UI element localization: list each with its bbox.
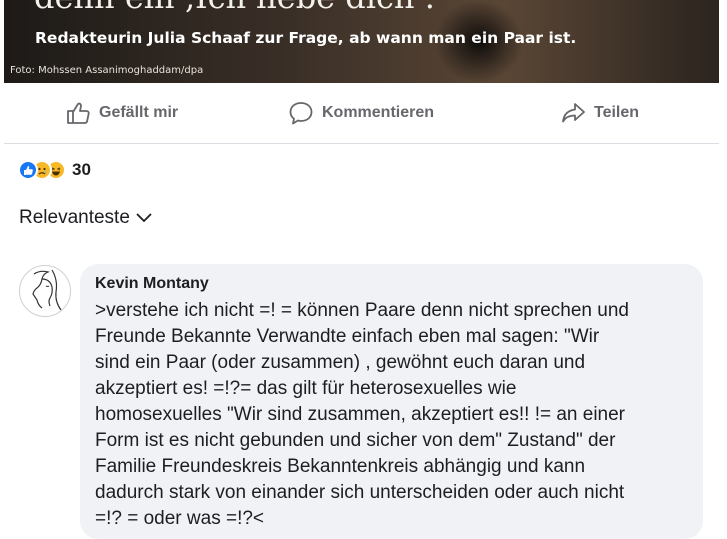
- post-action-bar: Gefällt mir Kommentieren Teilen: [4, 83, 719, 144]
- image-quote-text: denn ein ‚Ich liebe dich‘.: [34, 0, 435, 16]
- image-caption: Redakteurin Julia Schaaf zur Frage, ab w…: [35, 29, 577, 47]
- comment-sort-dropdown[interactable]: Relevanteste: [19, 207, 153, 229]
- share-label: Teilen: [594, 104, 640, 121]
- like-button[interactable]: Gefällt mir: [65, 100, 178, 126]
- like-label: Gefällt mir: [99, 104, 179, 121]
- like-icon: [18, 160, 38, 180]
- thumbs-up-icon: [67, 102, 90, 124]
- reaction-count: 30: [72, 160, 91, 179]
- comment-line: =!? = oder was =!?<: [95, 508, 265, 529]
- share-button[interactable]: Teilen: [560, 100, 639, 126]
- comment-text: >verstehe ich nicht =! = können Paare de…: [95, 298, 695, 532]
- comment-line: >verstehe ich nicht =! = können Paare de…: [95, 300, 629, 321]
- comment-button[interactable]: Kommentieren: [288, 100, 434, 126]
- image-credit: Foto: Mohssen Assanimoghaddam/dpa: [10, 65, 204, 76]
- comment-label: Kommentieren: [322, 104, 435, 121]
- comment-line: akzeptiert es! =!?= das gilt für heteros…: [95, 378, 517, 399]
- post-image[interactable]: denn ein ‚Ich liebe dich‘. Redakteurin J…: [4, 0, 719, 83]
- profile-sketch-icon: [32, 269, 62, 311]
- share-arrow-icon: [562, 103, 585, 123]
- comment-line: dadurch stark von einander sich untersch…: [95, 482, 625, 503]
- comment-bubble: Kevin Montany >verstehe ich nicht =! = k…: [80, 264, 703, 539]
- comment-author[interactable]: Kevin Montany: [95, 275, 209, 293]
- comment-line: sind ein Paar (oder zusammen) , gewöhnt …: [95, 352, 586, 373]
- comment-line: homosexuelles "Wir sind zusammen, akzept…: [95, 404, 626, 425]
- sort-label: Relevanteste: [19, 207, 130, 228]
- avatar[interactable]: [19, 265, 71, 317]
- comment-line: Form ist es nicht gebunden und sicher vo…: [95, 430, 616, 451]
- speech-bubble-icon: [289, 102, 313, 125]
- chevron-down-icon: [136, 213, 152, 223]
- comment-line: Familie Freundeskreis Bekanntenkreis abh…: [95, 456, 586, 477]
- comment-line: Freunde Bekannte Verwandte einfach eben …: [95, 326, 600, 347]
- reaction-summary[interactable]: 30: [18, 158, 91, 182]
